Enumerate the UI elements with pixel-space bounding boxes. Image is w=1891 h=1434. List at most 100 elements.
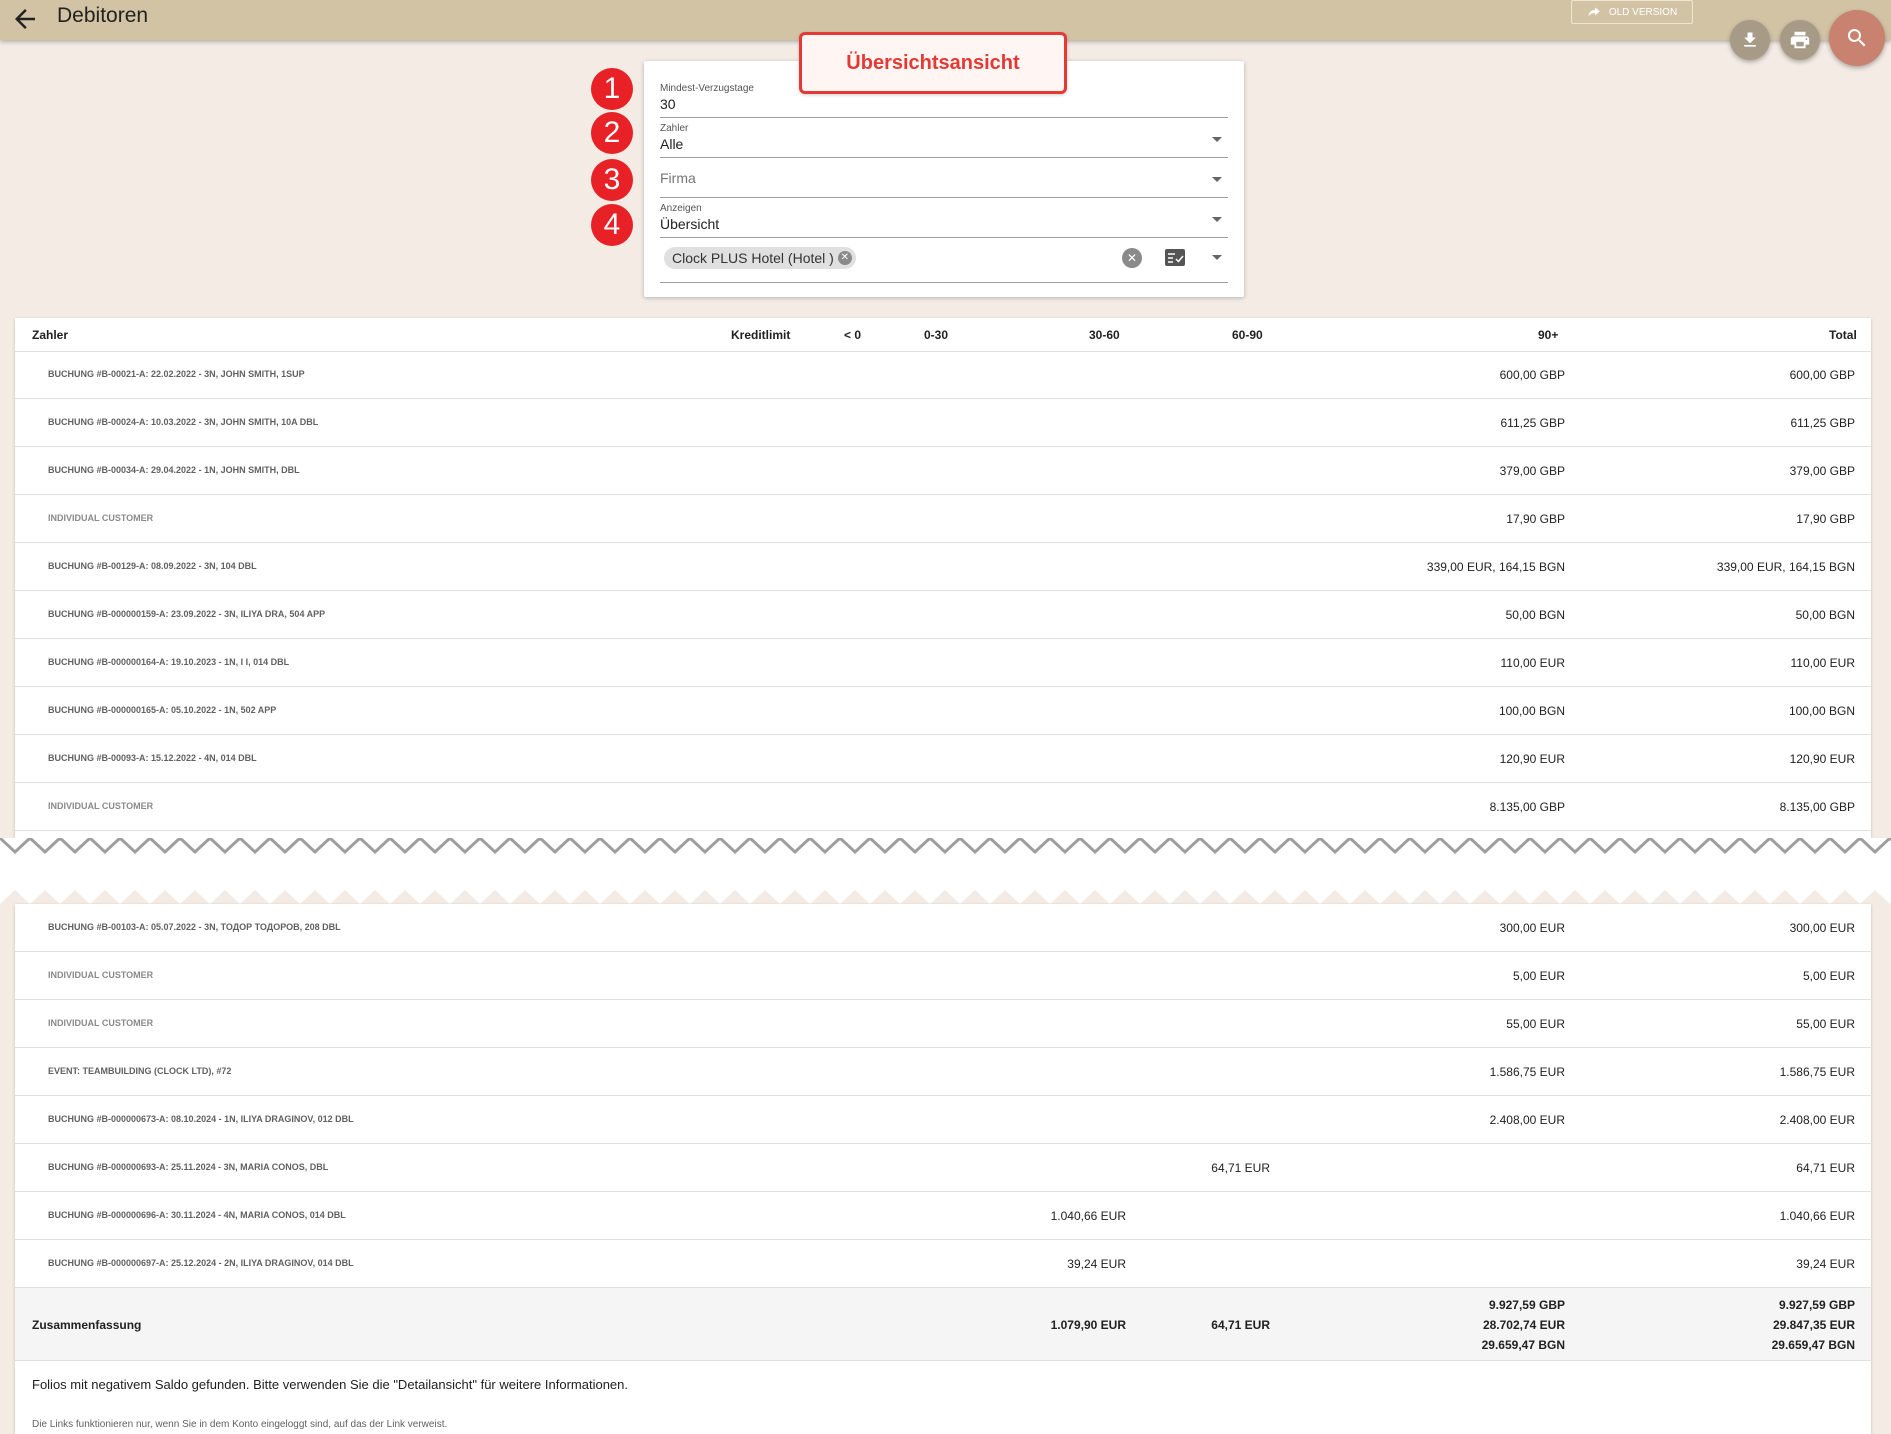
cell-90plus: 339,00 EUR, 164,15 BGN — [1426, 560, 1565, 574]
step-badge-1: 1 — [591, 68, 633, 110]
payer-link[interactable]: BUCHUNG #B-000000165-A: 05.10.2022 - 1N,… — [48, 705, 276, 715]
step-badge-3: 3 — [591, 159, 633, 201]
payer-link[interactable]: BUCHUNG #B-00129-A: 08.09.2022 - 3N, 104… — [48, 561, 257, 571]
print-button[interactable] — [1780, 20, 1820, 60]
step-badge-2: 2 — [591, 112, 633, 154]
table-row: BUCHUNG #B-000000693-A: 25.11.2024 - 3N,… — [15, 1144, 1871, 1192]
col-zahler[interactable]: Zahler — [32, 328, 68, 342]
cell-90plus: 5,00 EUR — [1512, 969, 1565, 983]
cell-total: 2.408,00 EUR — [1779, 1113, 1855, 1127]
filter-panel: Mindest-Verzugstage 30 Zahler Alle Firma… — [644, 61, 1244, 297]
search-button[interactable] — [1829, 10, 1885, 66]
table-row: INDIVIDUAL CUSTOMER 5,00 EUR 5,00 EUR — [15, 952, 1871, 1000]
payer-link[interactable]: EVENT: TEAMBUILDING (CLOCK LTD), #72 — [48, 1066, 231, 1076]
col-kreditlimit[interactable]: Kreditlimit — [731, 328, 790, 342]
table-row: INDIVIDUAL CUSTOMER 55,00 EUR 55,00 EUR — [15, 1000, 1871, 1048]
cell-total: 39,24 EUR — [1796, 1257, 1855, 1271]
min-days-value: 30 — [660, 96, 676, 112]
cell-90plus: 379,00 GBP — [1499, 464, 1565, 478]
col-0-30[interactable]: 0-30 — [924, 328, 948, 342]
summary-total: 29.659,47 BGN — [1771, 1338, 1855, 1352]
payer-value: Alle — [660, 136, 684, 152]
property-chip-label: Clock PLUS Hotel (Hotel ) — [672, 250, 834, 266]
payer-link[interactable]: BUCHUNG #B-000000164-A: 19.10.2023 - 1N,… — [48, 657, 289, 667]
cell-30-60: 39,24 EUR — [1067, 1257, 1126, 1271]
cell-total: 611,25 GBP — [1790, 416, 1856, 430]
cell-90plus: 611,25 GBP — [1500, 416, 1566, 430]
chevron-down-icon — [1212, 255, 1222, 260]
payer-link[interactable]: INDIVIDUAL CUSTOMER — [48, 970, 153, 980]
payer-select[interactable]: Zahler Alle — [660, 117, 1228, 158]
payer-link[interactable]: BUCHUNG #B-00024-A: 10.03.2022 - 3N, JOH… — [48, 417, 318, 427]
chip-remove-icon[interactable]: ✕ — [837, 251, 852, 265]
min-days-label: Mindest-Verzugstage — [660, 83, 754, 94]
table-header-row: Zahler Kreditlimit < 0 0-30 30-60 60-90 … — [15, 318, 1871, 352]
cell-90plus: 100,00 BGN — [1498, 704, 1565, 718]
cell-90plus: 8.135,00 GBP — [1489, 800, 1565, 814]
payer-link[interactable]: BUCHUNG #B-00103-A: 05.07.2022 - 3N, ТОД… — [48, 922, 341, 932]
payer-link[interactable]: BUCHUNG #B-000000697-A: 25.12.2024 - 2N,… — [48, 1258, 354, 1268]
back-button[interactable] — [10, 4, 40, 34]
property-chip: Clock PLUS Hotel (Hotel ) ✕ — [664, 247, 856, 269]
receivables-table: Zahler Kreditlimit < 0 0-30 30-60 60-90 … — [15, 318, 1871, 838]
table-row: BUCHUNG #B-000000697-A: 25.12.2024 - 2N,… — [15, 1240, 1871, 1288]
cell-90plus: 17,90 GBP — [1506, 512, 1565, 526]
cell-total: 120,90 EUR — [1789, 752, 1855, 766]
payer-link[interactable]: BUCHUNG #B-000000693-A: 25.11.2024 - 3N,… — [48, 1162, 328, 1172]
negative-balance-note: Folios mit negativem Saldo gefunden. Bit… — [32, 1377, 628, 1392]
cell-total: 5,00 EUR — [1802, 969, 1855, 983]
payer-link[interactable]: INDIVIDUAL CUSTOMER — [48, 801, 153, 811]
payer-link[interactable]: BUCHUNG #B-000000673-A: 08.10.2024 - 1N,… — [48, 1114, 354, 1124]
payer-link[interactable]: BUCHUNG #B-00093-A: 15.12.2022 - 4N, 014… — [48, 753, 257, 763]
cell-total: 300,00 EUR — [1789, 921, 1855, 935]
payer-link[interactable]: BUCHUNG #B-00021-A: 22.02.2022 - 3N, JOH… — [48, 369, 305, 379]
col-30-60[interactable]: 30-60 — [1089, 328, 1120, 342]
cell-90plus: 110,00 EUR — [1500, 656, 1565, 670]
payer-link[interactable]: BUCHUNG #B-000000696-A: 30.11.2024 - 4N,… — [48, 1210, 346, 1220]
col-total[interactable]: Total — [1829, 328, 1857, 342]
col-90plus[interactable]: 90+ — [1538, 328, 1558, 342]
col-60-90[interactable]: 60-90 — [1232, 328, 1263, 342]
summary-60-90: 64,71 EUR — [1211, 1318, 1270, 1332]
display-value: Übersicht — [660, 216, 720, 232]
cell-total: 379,00 GBP — [1789, 464, 1855, 478]
summary-90plus: 28.702,74 EUR — [1482, 1318, 1565, 1332]
payer-link[interactable]: BUCHUNG #B-000000159-A: 23.09.2022 - 3N,… — [48, 609, 325, 619]
select-all-icon[interactable] — [1165, 249, 1185, 266]
arrow-left-icon — [15, 9, 35, 29]
company-select[interactable]: Firma — [660, 157, 1228, 198]
receivables-table-continued: BUCHUNG #B-00103-A: 05.07.2022 - 3N, ТОД… — [15, 904, 1871, 1434]
cell-total: 8.135,00 GBP — [1779, 800, 1855, 814]
summary-total: 29.847,35 EUR — [1772, 1318, 1855, 1332]
summary-90plus: 9.927,59 GBP — [1488, 1298, 1565, 1312]
print-icon — [1790, 31, 1810, 49]
cell-90plus: 1.586,75 EUR — [1489, 1065, 1565, 1079]
chevron-down-icon — [1212, 177, 1222, 182]
cell-90plus: 120,90 EUR — [1499, 752, 1565, 766]
cell-90plus: 600,00 GBP — [1499, 368, 1565, 382]
table-row: BUCHUNG #B-00021-A: 22.02.2022 - 3N, JOH… — [15, 351, 1871, 399]
cell-total: 600,00 GBP — [1789, 368, 1855, 382]
cell-total: 339,00 EUR, 164,15 BGN — [1716, 560, 1855, 574]
table-row: BUCHUNG #B-000000165-A: 05.10.2022 - 1N,… — [15, 687, 1871, 735]
overview-callout: Übersichtsansicht — [799, 32, 1067, 94]
table-row: INDIVIDUAL CUSTOMER 17,90 GBP 17,90 GBP — [15, 495, 1871, 543]
old-version-label: OLD VERSION — [1608, 6, 1678, 18]
display-select[interactable]: Anzeigen Übersicht — [660, 197, 1228, 238]
old-version-button[interactable]: OLD VERSION — [1571, 0, 1693, 24]
page-break-divider — [0, 838, 1891, 904]
cell-total: 100,00 BGN — [1788, 704, 1855, 718]
summary-row: Zusammenfassung 1.079,90 EUR 64,71 EUR 9.92… — [15, 1288, 1871, 1361]
payer-link[interactable]: INDIVIDUAL CUSTOMER — [48, 1018, 153, 1028]
payer-link[interactable]: BUCHUNG #B-00034-A: 29.04.2022 - 1N, JOH… — [48, 465, 300, 475]
table-row: BUCHUNG #B-00034-A: 29.04.2022 - 1N, JOH… — [15, 447, 1871, 495]
property-select[interactable]: Clock PLUS Hotel (Hotel ) ✕ ✕ — [660, 237, 1228, 283]
cell-total: 1.040,66 EUR — [1779, 1209, 1855, 1223]
cell-total: 50,00 BGN — [1795, 608, 1855, 622]
payer-link[interactable]: INDIVIDUAL CUSTOMER — [48, 513, 153, 523]
col-lt0[interactable]: < 0 — [844, 328, 861, 342]
clear-selection-icon[interactable]: ✕ — [1122, 248, 1142, 268]
download-button[interactable] — [1730, 20, 1770, 60]
share-arrow-icon — [1587, 7, 1600, 17]
company-placeholder: Firma — [660, 170, 696, 186]
